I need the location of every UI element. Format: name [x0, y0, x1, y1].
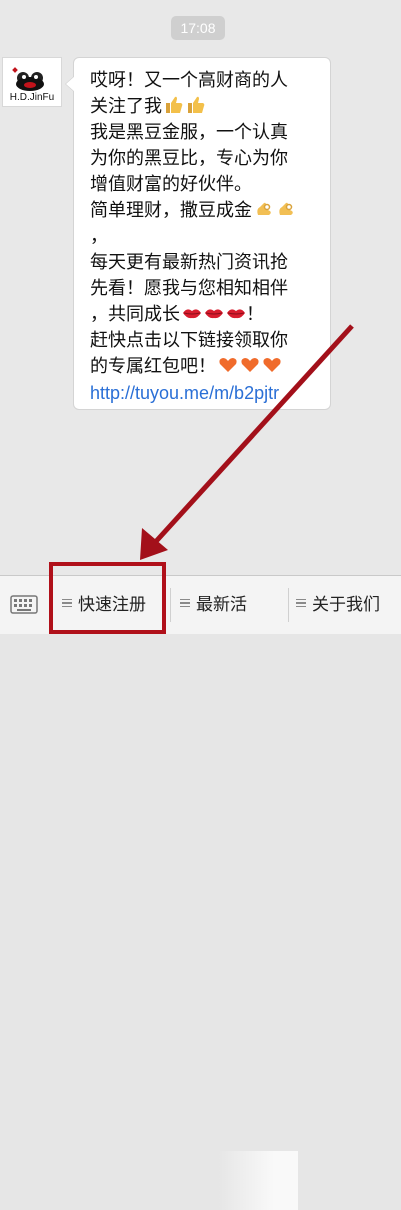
timestamp: 17:08	[171, 16, 225, 40]
thumbs-up-icon	[166, 96, 183, 113]
message-line: 的专属红包吧！	[90, 354, 282, 380]
avatar[interactable]: H.D.JinFu	[2, 57, 62, 107]
menu-item-about-us[interactable]: 关于我们	[296, 576, 400, 634]
ok-hand-icon	[279, 202, 293, 215]
message-line: 每天更有最新热门资讯抢	[90, 252, 288, 273]
menu-divider	[288, 588, 289, 622]
message-bubble[interactable]: 哎呀！又一个高财商的人 关注了我 我是黑豆金服，一个认真 为你的黑豆比，专心为你…	[65, 57, 331, 410]
penguin-logo-icon	[12, 67, 44, 91]
menu-divider	[170, 588, 171, 622]
heart-icon	[219, 358, 237, 372]
menu-icon	[180, 597, 190, 610]
menu-item-latest-activity[interactable]: 最新活	[180, 576, 280, 634]
message-link[interactable]: http://tuyou.me/m/b2pjtr	[90, 380, 279, 406]
menu-icon	[296, 597, 306, 610]
message-line: 先看！愿我与您相知相伴	[90, 278, 288, 299]
message-line: 为你的黑豆比，专心为你	[90, 148, 288, 169]
heart-icon	[263, 358, 281, 372]
lips-icon	[205, 309, 223, 319]
chat-area: 17:08 H.D.JinFu 哎呀！又一个高财商的人 关注了我 我是黑豆金服，…	[0, 0, 401, 575]
heart-icon	[241, 358, 259, 372]
message-line: 关注了我	[90, 94, 206, 120]
thumbs-up-icon	[188, 96, 205, 113]
lips-icon	[183, 309, 201, 319]
message-line: 赶快点击以下链接领取你	[90, 330, 288, 351]
message-line: ，	[90, 226, 108, 247]
message-line: 简单理财，撒豆成金	[90, 198, 296, 224]
lips-icon	[227, 309, 245, 319]
message-line: ，共同成长！	[90, 304, 264, 325]
glare-overlay	[218, 1151, 298, 1210]
keyboard-toggle-button[interactable]	[0, 576, 50, 634]
message-line: 哎呀！又一个高财商的人	[90, 70, 288, 91]
avatar-name: H.D.JinFu	[9, 92, 55, 103]
message-line: 我是黑豆金服，一个认真	[90, 122, 288, 143]
keyboard-icon	[10, 595, 38, 614]
ok-hand-icon	[257, 202, 271, 215]
highlight-box	[49, 562, 166, 634]
message-line: 增值财富的好伙伴。	[90, 174, 252, 195]
